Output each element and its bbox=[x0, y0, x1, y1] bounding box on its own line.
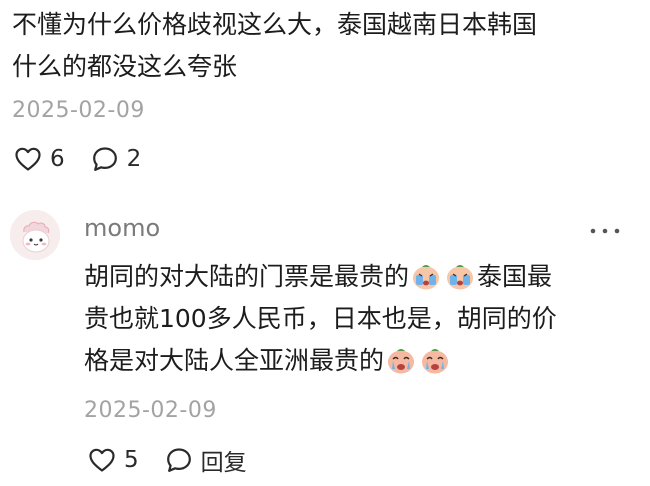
reply-actions: 5 回复 bbox=[88, 443, 273, 477]
reply-text-line: 格是对大陆人全亚洲最贵的 bbox=[84, 340, 624, 382]
sobbing-emoji-icon bbox=[420, 345, 450, 375]
more-button[interactable] bbox=[588, 216, 622, 246]
more-dots-icon bbox=[588, 228, 622, 250]
reply-text-line: 胡同的对大陆的门票是最贵的 泰国最 bbox=[84, 256, 624, 298]
like-button[interactable]: 6 bbox=[14, 146, 65, 172]
speech-bubble-icon bbox=[165, 446, 193, 474]
crying-emoji-icon bbox=[445, 261, 475, 291]
sobbing-emoji-icon bbox=[386, 345, 416, 375]
reply-text-line: 贵也就100多人民币，日本也是，胡同的价 bbox=[84, 304, 557, 333]
reply-label: 回复 bbox=[200, 450, 247, 476]
speech-bubble-icon bbox=[91, 145, 119, 173]
reply-like-count: 5 bbox=[124, 447, 139, 473]
avatar[interactable] bbox=[10, 210, 60, 260]
post-text: 不懂为什么价格歧视这么大，泰国越南日本韩国 什么的都没这么夸张 bbox=[12, 4, 612, 88]
comment-count: 2 bbox=[126, 146, 142, 172]
reply-text: 胡同的对大陆的门票是最贵的 泰国最 贵也就100多人民币，日本也是，胡同的价 格是… bbox=[84, 256, 624, 382]
reply-date: 2025-02-09 bbox=[84, 398, 217, 423]
heart-outline-icon bbox=[14, 146, 42, 172]
post-actions: 6 2 bbox=[14, 145, 167, 173]
comment-button[interactable]: 2 bbox=[91, 145, 142, 173]
crying-emoji-icon bbox=[411, 261, 441, 291]
post-date: 2025-02-09 bbox=[12, 98, 145, 123]
post-text-line: 不懂为什么价格歧视这么大，泰国越南日本韩国 bbox=[12, 10, 538, 39]
heart-outline-icon bbox=[88, 447, 116, 473]
reply-text-segment: 胡同的对大陆的门票是最贵的 bbox=[84, 262, 410, 291]
like-count: 6 bbox=[50, 146, 65, 172]
reply-button[interactable]: 回复 bbox=[165, 443, 247, 477]
reply-like-button[interactable]: 5 bbox=[88, 447, 139, 473]
reply-text-segment: 泰国最 bbox=[477, 262, 553, 291]
reply-text-segment: 格是对大陆人全亚洲最贵的 bbox=[84, 346, 385, 375]
post-text-line: 什么的都没这么夸张 bbox=[12, 52, 238, 81]
username[interactable]: momo bbox=[84, 214, 160, 242]
